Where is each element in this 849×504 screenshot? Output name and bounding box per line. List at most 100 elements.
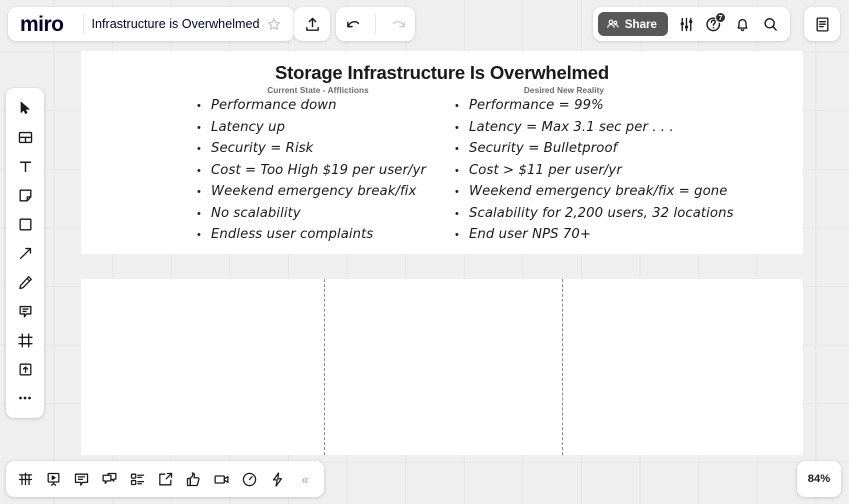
list-item: • Cost = Too High $19 per user/yr [197,163,497,185]
frame-icon[interactable] [10,326,40,354]
list-item: • Endless user complaints [197,227,497,249]
bullet-text: Weekend emergency break/fix [211,184,416,199]
lightning-icon[interactable] [264,465,291,493]
share-button-label: Share [625,18,657,31]
bullet-text: Cost > $11 per user/yr [469,163,622,178]
help-badge: 7 [715,12,726,23]
bullet-text: Latency up [211,120,285,135]
star-icon[interactable] [260,10,288,38]
arrow-diagonal-icon[interactable] [10,239,40,267]
bullet-text: Security = Risk [211,141,313,156]
bell-icon[interactable] [728,10,756,38]
bullet-glyph: • [197,123,211,134]
list-item: • No scalability [197,206,497,228]
export-icon[interactable] [152,465,179,493]
thumbs-up-icon[interactable] [180,465,207,493]
presentation-icon[interactable] [40,465,67,493]
comment-icon[interactable] [10,297,40,325]
undo-redo-group [336,7,415,41]
square-icon[interactable] [10,210,40,238]
divider [375,14,376,34]
divider [83,14,84,34]
bullet-text: Performance = 99% [469,98,604,113]
table-icon[interactable] [12,465,39,493]
list-item: • Latency = Max 3.1 sec per . . . [455,120,785,142]
undo-icon[interactable] [339,10,367,38]
list-item: • Weekend emergency break/fix [197,184,497,206]
upload-group [294,7,330,41]
bullet-glyph: • [197,101,211,112]
bullet-glyph: • [197,230,211,241]
bullet-list-current-state: • Performance down • Latency up • Securi… [197,98,497,249]
redo-icon[interactable] [384,10,412,38]
board-actions-group: Share 7 [593,7,790,41]
ellipsis-icon[interactable] [10,384,40,412]
text-t-icon[interactable] [10,152,40,180]
bullet-list-desired-reality: • Performance = 99% • Latency = Max 3.1 … [455,98,785,249]
bottom-toolbar: « [6,461,324,497]
list-item: • Cost > $11 per user/yr [455,163,785,185]
list-item: • Latency up [197,120,497,142]
frame-empty-lower[interactable] [81,279,803,455]
slide-title: Storage Infrastructure Is Overwhelmed [81,62,803,84]
board-canvas[interactable]: Storage Infrastructure Is Overwhelmed Cu… [0,0,849,504]
bullet-glyph: • [197,144,211,155]
sticky-note-icon[interactable] [10,181,40,209]
board-title[interactable]: Infrastructure is Overwhelmed [92,17,260,31]
bullet-text: No scalability [211,206,301,221]
share-button[interactable]: Share [598,12,668,36]
list-item: • Scalability for 2,200 users, 32 locati… [455,206,785,228]
miro-logo[interactable]: miro [20,14,75,35]
guide-line-left [324,279,325,455]
board-title-group: miro Infrastructure is Overwhelmed [8,7,294,41]
bullet-text: Performance down [211,98,337,113]
bullet-text: End user NPS 70+ [469,227,591,242]
bullet-text: Latency = Max 3.1 sec per . . . [469,120,674,135]
sliders-icon[interactable] [672,10,700,38]
column-heading-desired-reality: Desired New Reality [461,86,667,95]
templates-icon[interactable] [10,123,40,151]
bullet-glyph: • [455,101,469,112]
video-camera-icon[interactable] [208,465,235,493]
timer-icon[interactable] [236,465,263,493]
list-item: • Performance = 99% [455,98,785,120]
bullet-glyph: • [455,166,469,177]
notes-panel-group [804,7,840,41]
list-item: • Security = Risk [197,141,497,163]
list-item: • Security = Bulletproof [455,141,785,163]
bullet-text: Scalability for 2,200 users, 32 location… [469,206,734,221]
list-item: • End user NPS 70+ [455,227,785,249]
bullet-glyph: • [455,144,469,155]
bullet-glyph: • [455,187,469,198]
notes-panel-icon[interactable] [808,10,836,38]
frame-storage-infrastructure[interactable]: Storage Infrastructure Is Overwhelmed Cu… [81,51,803,254]
search-icon[interactable] [756,10,784,38]
bullet-glyph: • [455,209,469,220]
chat-bubble-icon[interactable] [68,465,95,493]
left-toolbar [6,88,44,418]
people-icon [606,17,620,31]
miro-board-app: Storage Infrastructure Is Overwhelmed Cu… [0,0,849,504]
kanban-list-icon[interactable] [124,465,151,493]
bullet-glyph: • [455,230,469,241]
upload-box-icon[interactable] [10,355,40,383]
list-item: • Weekend emergency break/fix = gone [455,184,785,206]
help-circle-icon[interactable]: 7 [700,10,728,38]
pencil-icon[interactable] [10,268,40,296]
bullet-glyph: • [197,166,211,177]
bullet-text: Endless user complaints [211,227,373,242]
zoom-level-indicator[interactable]: 84% [797,461,841,497]
bullet-glyph: • [455,123,469,134]
bullet-text: Cost = Too High $19 per user/yr [211,163,426,178]
bullet-glyph: • [197,187,211,198]
bullet-glyph: • [197,209,211,220]
column-heading-current-state: Current State - Afflictions [215,86,421,95]
list-item: • Performance down [197,98,497,120]
collapse-toolbar-button[interactable]: « [292,465,318,493]
bullet-text: Weekend emergency break/fix = gone [469,184,727,199]
guide-line-right [562,279,563,455]
chat-stack-icon[interactable] [96,465,123,493]
upload-icon[interactable] [298,10,326,38]
bullet-text: Security = Bulletproof [469,141,617,156]
cursor-icon[interactable] [10,94,40,122]
